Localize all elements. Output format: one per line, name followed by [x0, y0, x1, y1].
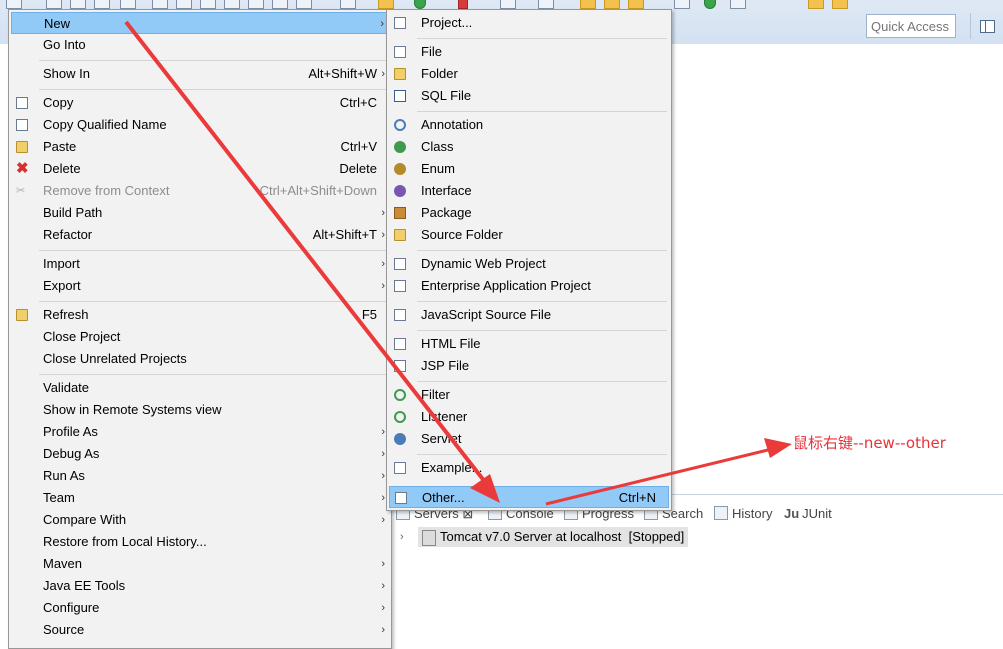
arrow-head-icon: [764, 438, 792, 458]
arrow-to-other: [124, 20, 498, 498]
arrow-to-annotation: [545, 446, 777, 506]
arrow-head-icon: [470, 474, 500, 503]
annotation-text: 鼠标右键--new--other: [793, 434, 946, 452]
annotation-arrows: [124, 20, 792, 506]
